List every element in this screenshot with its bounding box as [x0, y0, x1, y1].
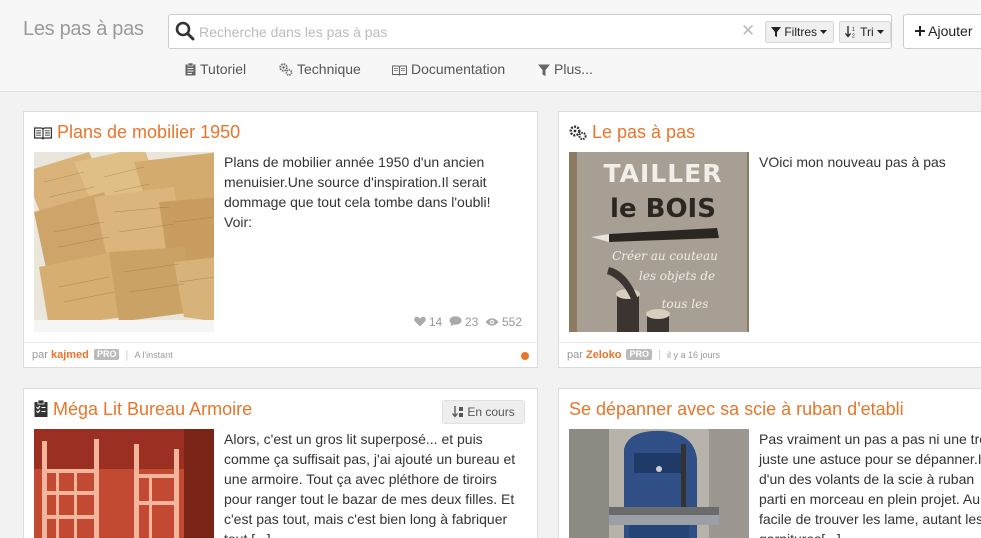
- description-line: d'un des volants de la scie à ruban: [759, 471, 975, 487]
- nav-documentation[interactable]: Documentation: [391, 61, 506, 77]
- card-stats: 14 23 552: [411, 315, 522, 329]
- header: Les pas à pas ✕ Filtres 12 Tri Ajouter T…: [0, 0, 981, 92]
- description-line: garnitures[...]: [759, 529, 981, 538]
- card-title[interactable]: Le pas à pas: [569, 122, 695, 143]
- description-line: Plans de mobilier année 1950 d'un ancien: [224, 154, 485, 170]
- nav-label: Documentation: [411, 61, 506, 77]
- nav-label: Technique: [297, 61, 361, 77]
- author-link[interactable]: Zeloko: [586, 349, 621, 361]
- card-title-text: Méga Lit Bureau Armoire: [53, 399, 253, 419]
- caret-down-icon: [820, 30, 828, 34]
- pro-badge: PRO: [626, 349, 652, 360]
- add-button[interactable]: Ajouter: [903, 14, 981, 49]
- book-icon: [34, 127, 52, 140]
- nav-label: Plus...: [554, 61, 593, 77]
- card-description: Pas vraiment un pas a pas ni une tre jus…: [759, 429, 981, 538]
- description-line: dommage que tout cela tombe dans l'oubli…: [224, 194, 491, 210]
- description-line: tout [...]: [224, 529, 515, 538]
- filter-icon: [771, 27, 781, 37]
- author-prefix: par: [567, 349, 583, 361]
- filter-icon: [538, 64, 550, 76]
- author-prefix: par: [32, 349, 48, 361]
- description-line: Voir:: [224, 214, 253, 230]
- description-line: une armoire. Tout ça avec pléthore de ti…: [224, 471, 497, 487]
- svg-text:2: 2: [852, 34, 855, 39]
- description-line: pour ranger tout le bazar de mes deux fi…: [224, 491, 515, 507]
- clear-icon[interactable]: ✕: [741, 21, 755, 41]
- unread-indicator: [521, 352, 529, 360]
- card-title-text: Se dépanner avec sa scie à ruban d'etabl…: [569, 399, 904, 419]
- sort-button[interactable]: 12 Tri: [839, 21, 892, 43]
- comment-icon: [449, 316, 462, 327]
- filters-label: Filtres: [784, 25, 818, 39]
- card-description: Plans de mobilier année 1950 d'un ancien…: [224, 152, 491, 232]
- card-thumbnail[interactable]: [34, 152, 214, 332]
- card-title[interactable]: Plans de mobilier 1950: [34, 122, 240, 143]
- card[interactable]: Se dépanner avec sa scie à ruban d'etabl…: [558, 388, 981, 538]
- card-footer: par Zeloko PRO | il y a 16 jours: [559, 342, 981, 368]
- nav-tutoriel[interactable]: Tutoriel: [185, 61, 246, 77]
- sort-numeric-icon: 12: [845, 26, 855, 40]
- caret-down-icon: [877, 30, 885, 34]
- card[interactable]: Plans de mobilier 1950 Plans de mobilier…: [23, 111, 538, 368]
- description-line: comme ça suffisait pas, j'ai ajouté un b…: [224, 451, 516, 467]
- thumb-text: le BOIS: [610, 194, 716, 224]
- add-label: Ajouter: [928, 23, 973, 39]
- nav-plus[interactable]: Plus...: [538, 61, 593, 77]
- cogs-icon: [279, 63, 293, 76]
- pro-badge: PRO: [93, 349, 120, 360]
- eye-icon: [485, 318, 499, 326]
- search-bar: ✕ Filtres 12 Tri: [168, 14, 892, 49]
- author-link[interactable]: kajmed: [51, 349, 89, 361]
- plus-icon: [915, 26, 925, 36]
- status-badge: En cours: [442, 400, 525, 424]
- thumb-text: les objets de: [639, 269, 715, 283]
- page-title[interactable]: Les pas à pas: [23, 18, 144, 41]
- svg-text:1: 1: [852, 27, 855, 33]
- timestamp: A l'instant: [134, 350, 173, 360]
- card-title-text: Plans de mobilier 1950: [57, 122, 241, 142]
- filters-button[interactable]: Filtres: [765, 21, 835, 43]
- likes-count: 14: [428, 315, 443, 329]
- card-title[interactable]: Méga Lit Bureau Armoire: [34, 399, 252, 420]
- description-line: facile de trouver les lame, autant les: [759, 511, 981, 527]
- comments-count: 23: [464, 315, 479, 329]
- description-line: Pas vraiment un pas a pas ni une tre: [759, 431, 981, 447]
- card-thumbnail[interactable]: [569, 429, 749, 538]
- search-input[interactable]: [199, 20, 739, 44]
- sort-icon: [452, 406, 463, 418]
- status-badge-label: En cours: [467, 405, 515, 419]
- timestamp: il y a 16 jours: [666, 350, 721, 360]
- description-line: c'est pas tout, mais c'est bien long à f…: [224, 511, 508, 527]
- card-thumbnail[interactable]: [34, 429, 214, 538]
- sort-label: Tri: [860, 25, 874, 39]
- thumb-text: tous les: [662, 297, 709, 311]
- thumb-text: TAILLER: [604, 159, 723, 188]
- description-line: VOici mon nouveau pas à pas: [759, 154, 946, 170]
- description-line: parti en morceau en plein projet. Au: [759, 491, 981, 507]
- search-icon: [175, 21, 195, 46]
- nav-technique[interactable]: Technique: [279, 61, 361, 77]
- card-title[interactable]: Se dépanner avec sa scie à ruban d'etabl…: [569, 399, 904, 420]
- card-description: VOici mon nouveau pas à pas: [759, 152, 946, 172]
- views-count: 552: [501, 315, 522, 329]
- card-thumbnail[interactable]: TAILLER le BOIS Créer au couteau les obj…: [569, 152, 749, 332]
- description-line: juste une astuce pour se dépanner.I: [759, 451, 981, 467]
- card-description: Alors, c'est un gros lit superposé... et…: [224, 429, 515, 538]
- description-line: Alors, c'est un gros lit superposé... et…: [224, 431, 483, 447]
- divider: |: [125, 349, 129, 361]
- divider: |: [658, 349, 661, 361]
- cogs-icon: [569, 125, 587, 141]
- clipboard-check-icon: [34, 399, 48, 417]
- thumb-text: Créer au couteau: [612, 249, 718, 263]
- book-icon: [391, 65, 408, 76]
- card-footer: par kajmed PRO | A l'instant: [24, 342, 537, 368]
- card[interactable]: Méga Lit Bureau Armoire En cours Alors, …: [23, 388, 538, 538]
- heart-icon: [413, 316, 426, 327]
- description-line: menuisier.Une source d'inspiration.Il se…: [224, 174, 487, 190]
- card[interactable]: Le pas à pas TAILLER le BOIS Créer au co…: [558, 111, 981, 368]
- nav-label: Tutoriel: [200, 61, 247, 77]
- card-title-text: Le pas à pas: [592, 122, 696, 142]
- clipboard-icon: [185, 62, 196, 76]
